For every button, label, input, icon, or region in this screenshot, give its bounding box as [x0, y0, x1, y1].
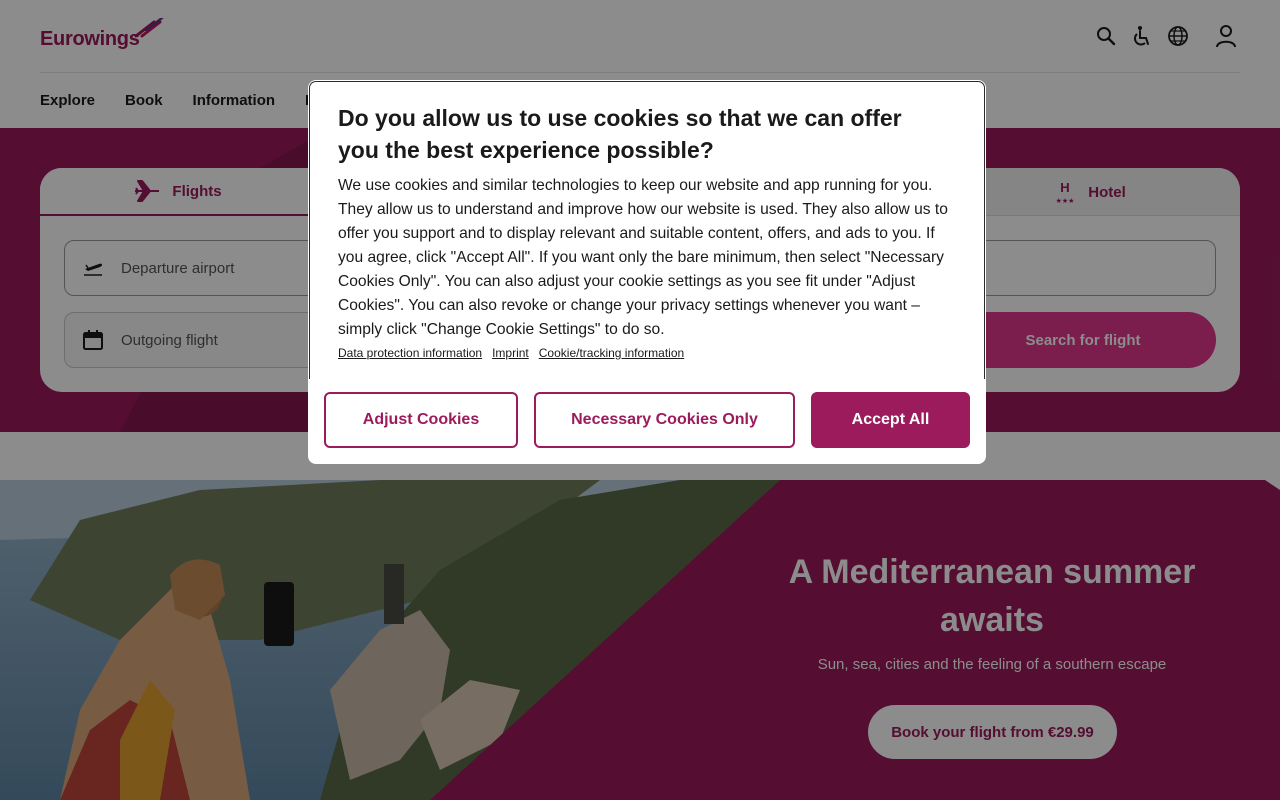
cookie-dialog-title: Do you allow us to use cookies so that w…: [338, 105, 902, 163]
cookie-consent-dialog: Do you allow us to use cookies so that w…: [308, 80, 986, 464]
data-protection-link[interactable]: Data protection information: [338, 346, 482, 360]
cookie-links: Data protection information Imprint Cook…: [338, 346, 694, 360]
cookie-dialog-body: We use cookies and similar technologies …: [338, 177, 948, 338]
cookie-tracking-info-link[interactable]: Cookie/tracking information: [539, 346, 684, 360]
imprint-link[interactable]: Imprint: [492, 346, 529, 360]
accept-all-button[interactable]: Accept All: [811, 392, 970, 448]
necessary-cookies-button[interactable]: Necessary Cookies Only: [534, 392, 795, 448]
adjust-cookies-button[interactable]: Adjust Cookies: [324, 392, 518, 448]
